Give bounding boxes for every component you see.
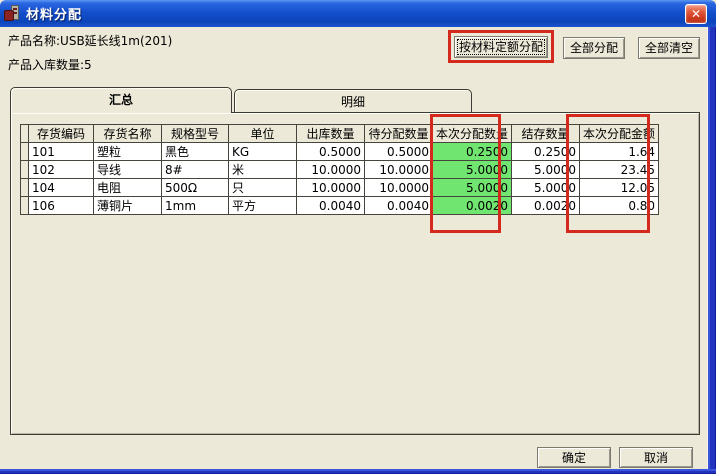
cell-spec[interactable]: 8# bbox=[161, 160, 229, 179]
cell-this-alloc-amount[interactable]: 23.45 bbox=[579, 160, 660, 179]
title-bar: 材料分配 ✕ bbox=[0, 0, 716, 27]
tab-summary[interactable]: 汇总 bbox=[10, 87, 232, 113]
cell-name[interactable]: 电阻 bbox=[93, 178, 162, 197]
cell-name[interactable]: 塑粒 bbox=[93, 142, 162, 161]
app-icon bbox=[4, 5, 21, 22]
cell-this-alloc-amount[interactable]: 1.64 bbox=[579, 142, 660, 161]
cell-name[interactable]: 导线 bbox=[93, 160, 162, 179]
cell-this-alloc-qty[interactable]: 5.0000 bbox=[431, 178, 513, 197]
col-header-pending-qty: 待分配数量 bbox=[364, 124, 433, 143]
cell-this-alloc-qty[interactable]: 0.2500 bbox=[431, 142, 513, 161]
cell-code[interactable]: 106 bbox=[28, 196, 94, 215]
cell-name[interactable]: 薄铜片 bbox=[93, 196, 162, 215]
col-header-outbound-qty: 出库数量 bbox=[296, 124, 365, 143]
table-row[interactable]: 104 电阻 500Ω 只 10.0000 10.0000 5.0000 5.0… bbox=[20, 178, 660, 197]
allocate-by-quota-label: 按材料定额分配 bbox=[458, 40, 543, 54]
cell-outbound-qty[interactable]: 10.0000 bbox=[296, 160, 365, 179]
cell-unit[interactable]: 平方 bbox=[228, 196, 297, 215]
cell-pending-qty[interactable]: 10.0000 bbox=[364, 160, 433, 179]
col-header-code: 存货编码 bbox=[28, 124, 94, 143]
cell-balance-qty[interactable]: 0.2500 bbox=[511, 142, 581, 161]
col-header-this-alloc-qty: 本次分配数量 bbox=[431, 124, 513, 143]
grid-header-row: 存货编码 存货名称 规格型号 单位 出库数量 待分配数量 本次分配数量 结存数量… bbox=[20, 124, 660, 143]
col-header-balance-qty: 结存数量 bbox=[511, 124, 581, 143]
row-indicator-cell bbox=[20, 142, 29, 161]
table-row[interactable]: 101 塑粒 黑色 KG 0.5000 0.5000 0.2500 0.2500… bbox=[20, 142, 660, 161]
row-indicator-cell bbox=[20, 160, 29, 179]
cell-pending-qty[interactable]: 0.0040 bbox=[364, 196, 433, 215]
cell-spec[interactable]: 500Ω bbox=[161, 178, 229, 197]
window-border-right bbox=[707, 26, 716, 474]
clear-all-button[interactable]: 全部清空 bbox=[638, 37, 700, 59]
cell-this-alloc-amount[interactable]: 12.05 bbox=[579, 178, 660, 197]
cell-spec[interactable]: 1mm bbox=[161, 196, 229, 215]
col-header-spec: 规格型号 bbox=[161, 124, 229, 143]
product-name-label: 产品名称:USB延长线1m(201) bbox=[8, 34, 173, 48]
cell-outbound-qty[interactable]: 0.0040 bbox=[296, 196, 365, 215]
product-inbound-qty-label: 产品入库数量:5 bbox=[8, 58, 92, 72]
cancel-button[interactable]: 取消 bbox=[619, 447, 693, 468]
cell-pending-qty[interactable]: 10.0000 bbox=[364, 178, 433, 197]
cell-balance-qty[interactable]: 5.0000 bbox=[511, 178, 581, 197]
cell-balance-qty[interactable]: 5.0000 bbox=[511, 160, 581, 179]
cell-outbound-qty[interactable]: 0.5000 bbox=[296, 142, 365, 161]
table-row[interactable]: 102 导线 8# 米 10.0000 10.0000 5.0000 5.000… bbox=[20, 160, 660, 179]
window-border-bottom bbox=[0, 469, 716, 474]
cell-unit[interactable]: 米 bbox=[228, 160, 297, 179]
cell-spec[interactable]: 黑色 bbox=[161, 142, 229, 161]
allocate-by-quota-button[interactable]: 按材料定额分配 bbox=[454, 36, 548, 58]
row-indicator-header bbox=[20, 124, 29, 143]
allocate-all-button[interactable]: 全部分配 bbox=[563, 37, 625, 59]
col-header-this-alloc-amount: 本次分配金额 bbox=[579, 124, 660, 143]
close-icon[interactable]: ✕ bbox=[685, 4, 707, 24]
cell-balance-qty[interactable]: 0.0020 bbox=[511, 196, 581, 215]
cell-unit[interactable]: 只 bbox=[228, 178, 297, 197]
cell-this-alloc-qty[interactable]: 5.0000 bbox=[431, 160, 513, 179]
material-grid[interactable]: 存货编码 存货名称 规格型号 单位 出库数量 待分配数量 本次分配数量 结存数量… bbox=[20, 124, 660, 215]
tab-detail[interactable]: 明细 bbox=[234, 89, 472, 112]
cell-outbound-qty[interactable]: 10.0000 bbox=[296, 178, 365, 197]
row-indicator-cell bbox=[20, 178, 29, 197]
cell-code[interactable]: 102 bbox=[28, 160, 94, 179]
row-indicator-cell bbox=[20, 196, 29, 215]
material-allocation-dialog: 材料分配 ✕ 产品名称:USB延长线1m(201) 产品入库数量:5 按材料定额… bbox=[0, 0, 716, 474]
cell-unit[interactable]: KG bbox=[228, 142, 297, 161]
col-header-unit: 单位 bbox=[228, 124, 297, 143]
cell-this-alloc-qty[interactable]: 0.0020 bbox=[431, 196, 513, 215]
cell-pending-qty[interactable]: 0.5000 bbox=[364, 142, 433, 161]
col-header-name: 存货名称 bbox=[93, 124, 162, 143]
cell-code[interactable]: 104 bbox=[28, 178, 94, 197]
cell-code[interactable]: 101 bbox=[28, 142, 94, 161]
ok-button[interactable]: 确定 bbox=[537, 447, 611, 468]
table-row[interactable]: 106 薄铜片 1mm 平方 0.0040 0.0040 0.0020 0.00… bbox=[20, 196, 660, 215]
window-title: 材料分配 bbox=[26, 8, 83, 23]
cell-this-alloc-amount[interactable]: 0.80 bbox=[579, 196, 660, 215]
